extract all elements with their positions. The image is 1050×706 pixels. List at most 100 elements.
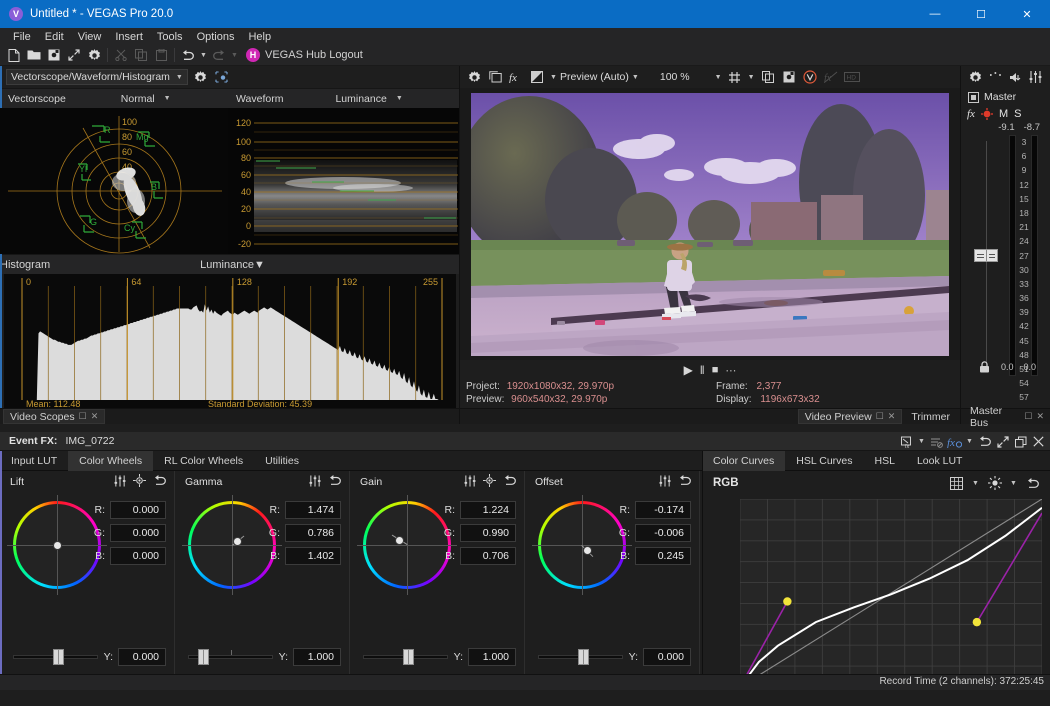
project-properties-icon[interactable] — [64, 46, 84, 65]
volume-fader-knob[interactable] — [974, 249, 998, 262]
save-project-icon[interactable] — [44, 46, 64, 65]
y-input[interactable]: 1.000 — [293, 648, 341, 666]
tab-video-scopes[interactable]: Video Scopes ☐ ✕ — [3, 409, 105, 424]
undo-icon[interactable] — [178, 46, 198, 65]
green-input[interactable]: 0.990 — [460, 524, 516, 542]
grid-icon[interactable] — [725, 68, 745, 87]
scopes-preset-dropdown[interactable]: Vectorscope/Waveform/Histogram ▼ — [6, 69, 188, 85]
red-input[interactable]: 1.474 — [285, 501, 341, 519]
more-options-icon[interactable]: ⋯ — [725, 364, 736, 377]
stop-button[interactable]: ■ — [712, 364, 719, 376]
menu-help[interactable]: Help — [241, 30, 278, 44]
chevron-down-icon-2[interactable]: ▼ — [1008, 474, 1019, 493]
redo-dropdown-icon[interactable]: ▼ — [229, 46, 240, 65]
undo-icon[interactable] — [976, 433, 993, 450]
vegas-badge-icon[interactable] — [800, 68, 820, 87]
blue-input[interactable]: 0.000 — [110, 547, 166, 565]
copy-icon[interactable] — [131, 46, 151, 65]
tab-rl-color-wheels[interactable]: RL Color Wheels — [153, 451, 254, 471]
luma-slider[interactable] — [538, 655, 623, 659]
cut-icon[interactable] — [111, 46, 131, 65]
open-project-icon[interactable] — [24, 46, 44, 65]
y-input[interactable]: 1.000 — [468, 648, 516, 666]
menu-options[interactable]: Options — [190, 30, 242, 44]
redo-icon[interactable] — [209, 46, 229, 65]
color-wheel-disc[interactable] — [188, 501, 276, 589]
maximize-button[interactable]: ☐ — [958, 0, 1004, 28]
tab-input-lut[interactable]: Input LUT — [0, 451, 68, 471]
luma-slider[interactable] — [188, 655, 273, 659]
save-snapshot-icon[interactable] — [779, 68, 799, 87]
eq-icon[interactable] — [1027, 69, 1044, 86]
green-input[interactable]: 0.000 — [110, 524, 166, 542]
green-input[interactable]: -0.006 — [635, 524, 691, 542]
reset-icon[interactable] — [503, 475, 517, 489]
y-input[interactable]: 0.000 — [118, 648, 166, 666]
float-icon[interactable]: ☐ — [1024, 411, 1032, 422]
color-wheel-disc[interactable] — [13, 501, 101, 589]
reset-icon[interactable] — [328, 475, 342, 489]
reset-icon[interactable] — [678, 475, 692, 489]
paste-icon[interactable] — [151, 46, 171, 65]
scopes-update-icon[interactable] — [213, 69, 230, 86]
tab-utilities[interactable]: Utilities — [254, 451, 310, 471]
tab-color-wheels[interactable]: Color Wheels — [68, 451, 153, 471]
curve-control-point-handle-low[interactable] — [783, 597, 791, 605]
grid-preset-icon[interactable] — [948, 475, 965, 492]
waveform-mode[interactable]: Luminance — [335, 93, 386, 105]
reset-icon[interactable] — [1024, 475, 1041, 492]
green-input[interactable]: 0.786 — [285, 524, 341, 542]
blue-input[interactable]: 1.402 — [285, 547, 341, 565]
pause-button[interactable]: ‖ — [700, 363, 705, 377]
menu-tools[interactable]: Tools — [150, 30, 190, 44]
preview-quality-label[interactable]: Preview (Auto) — [560, 71, 629, 83]
preferences-icon[interactable] — [84, 46, 104, 65]
undo-dropdown-icon[interactable]: ▼ — [198, 46, 209, 65]
close-icon[interactable]: ✕ — [888, 411, 896, 422]
new-project-icon[interactable] — [4, 46, 24, 65]
solo-button[interactable]: S — [1014, 108, 1021, 120]
mute-icon[interactable] — [1007, 69, 1024, 86]
chevron-down-icon[interactable]: ▼ — [164, 95, 171, 102]
sliders-icon[interactable] — [114, 475, 126, 490]
preview-video-frame[interactable] — [471, 90, 949, 359]
bypass-icon[interactable] — [928, 433, 945, 450]
float-icon[interactable]: ☐ — [876, 411, 884, 422]
tab-video-preview[interactable]: Video Preview ☐ ✕ — [798, 409, 903, 424]
wheel-handle[interactable] — [396, 537, 403, 544]
vectorscope-graph[interactable]: 10080 6040 RMg BCy GYl — [0, 108, 228, 254]
color-wheel-disc[interactable] — [363, 501, 451, 589]
chevron-down-icon[interactable]: ▼ — [396, 95, 403, 102]
luma-slider-knob[interactable] — [198, 649, 209, 665]
vegas-hub-icon[interactable]: H — [246, 48, 260, 62]
fx-icon[interactable]: fx — [967, 108, 975, 120]
brightness-icon[interactable] — [986, 475, 1003, 492]
preferences-icon[interactable] — [967, 69, 984, 86]
picker-icon[interactable] — [483, 474, 496, 490]
menu-file[interactable]: File — [6, 30, 38, 44]
mute-button[interactable]: M — [999, 108, 1008, 120]
copy-snapshot-icon[interactable] — [758, 68, 778, 87]
tab-color-curves[interactable]: Color Curves — [702, 451, 785, 471]
histogram-graph[interactable]: 064128192255Mean: 112.48Standard Deviati… — [4, 274, 455, 408]
wheel-handle[interactable] — [234, 538, 241, 545]
chevron-down-icon-3[interactable]: ▼ — [713, 68, 724, 87]
sliders-icon[interactable] — [309, 475, 321, 490]
red-input[interactable]: 1.224 — [460, 501, 516, 519]
close-icon[interactable]: ✕ — [1036, 411, 1044, 422]
picker-icon[interactable] — [133, 474, 146, 490]
external-monitor-icon[interactable]: fx — [821, 68, 841, 87]
fx-icon[interactable]: fx — [506, 68, 526, 87]
meter-options-icon[interactable] — [987, 69, 1004, 86]
y-input[interactable]: 0.000 — [643, 648, 691, 666]
rgb-curve-graph[interactable] — [740, 499, 1042, 662]
close-button[interactable]: ✕ — [1004, 0, 1050, 28]
preview-zoom-label[interactable]: 100 % — [660, 71, 690, 83]
curve-control-point-handle-high[interactable] — [973, 618, 981, 626]
close-icon[interactable] — [1030, 433, 1047, 450]
luma-slider-knob[interactable] — [53, 649, 64, 665]
histogram-mode[interactable]: Luminance — [200, 259, 254, 271]
tab-look-lut[interactable]: Look LUT — [906, 451, 974, 471]
luma-slider-knob[interactable] — [403, 649, 414, 665]
close-icon[interactable]: ✕ — [91, 411, 99, 422]
